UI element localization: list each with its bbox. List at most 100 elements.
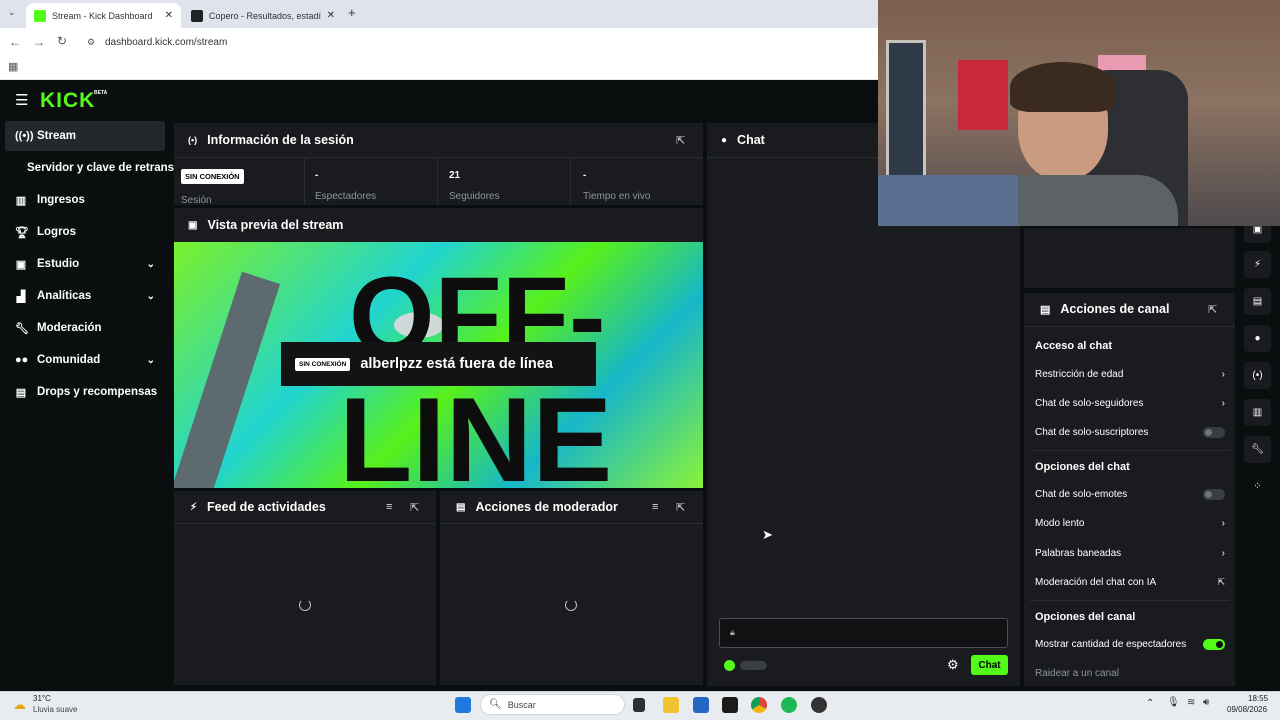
kick-favicon-icon [34, 9, 46, 22]
copero-favicon-icon [191, 9, 203, 22]
raid-channel-item[interactable]: Raidear a un canal [1035, 664, 1225, 682]
stat-divider [437, 158, 438, 205]
close-tab-icon[interactable]: ✕ [327, 10, 335, 21]
sidebar-item-stream[interactable]: ((•)) Stream [5, 121, 165, 151]
chrome-icon[interactable] [751, 697, 767, 713]
subscribers-only-toggle[interactable] [1203, 426, 1225, 438]
ai-moderation-item[interactable]: Moderación del chat con IA ⇱ [1035, 573, 1225, 591]
sidebar-item-logros[interactable]: 🏆︎ Logros [5, 217, 165, 247]
chevron-right-icon: › [1221, 368, 1225, 380]
tray-chevron-icon[interactable]: ⌃ [1146, 698, 1154, 709]
followers-only-item[interactable]: Chat de solo-seguidores › [1035, 394, 1225, 412]
channel-actions-header: ▤ Acciones de canal [1040, 302, 1169, 316]
settings-icon[interactable]: ⚙ [947, 657, 959, 673]
chevron-right-icon: › [1221, 397, 1225, 409]
clock-date[interactable]: 09/08/2026 [1227, 705, 1267, 714]
lock-icon: 🔒︎ [730, 627, 735, 637]
menu-icon[interactable]: ☰ [15, 91, 28, 109]
store-icon[interactable] [693, 697, 709, 713]
popout-icon[interactable]: ⇱ [1208, 303, 1217, 316]
taskbar-search[interactable]: 🔍︎ Buscar [480, 694, 625, 715]
sidebar-item-server-key[interactable]: Servidor y clave de retransm [5, 153, 175, 183]
subscribers-only-item: Chat de solo-suscriptores [1035, 423, 1225, 441]
site-info-icon[interactable]: ⚙ [87, 37, 95, 48]
rail-lightning-button[interactable]: ⚡︎ [1244, 251, 1271, 278]
reload-icon[interactable]: ↻ [57, 34, 67, 48]
slow-mode-item[interactable]: Modo lento › [1035, 514, 1225, 532]
pole-shape [174, 271, 281, 488]
chat-send-label: Chat [978, 659, 1001, 671]
filter-icon[interactable]: ≡ [652, 501, 658, 513]
status-pill [740, 661, 767, 670]
chevron-right-icon: › [1221, 547, 1225, 559]
chat-send-button[interactable]: Chat [971, 655, 1008, 675]
sidebar-item-analiticas[interactable]: ▟ Analíticas ⌄ [5, 281, 165, 311]
wifi-icon[interactable]: ≋ [1187, 697, 1195, 708]
sidebar-item-comunidad[interactable]: ●● Comunidad ⌄ [5, 345, 165, 375]
sidebar-item-label: Servidor y clave de retransm [27, 162, 175, 174]
rail-dots-button[interactable]: ⁘ [1244, 473, 1271, 500]
viewers-value: - [315, 170, 319, 181]
rail-document-button[interactable]: ▤ [1244, 288, 1271, 315]
kick-logo[interactable]: KICK [40, 89, 95, 113]
lightning-icon: ⚡︎ [1253, 259, 1262, 270]
loading-spinner-icon [299, 599, 311, 611]
divider [1030, 600, 1230, 601]
panel-title: Información de la sesión [207, 133, 354, 147]
chat-bubble-icon: ● [721, 134, 728, 146]
banned-words-item[interactable]: Palabras baneadas › [1035, 544, 1225, 562]
clock-time[interactable]: 18:55 [1248, 694, 1268, 703]
back-icon[interactable]: ← [9, 35, 21, 49]
external-link-icon: ⇱ [1217, 576, 1225, 587]
popout-icon[interactable]: ⇱ [676, 134, 685, 147]
volume-icon[interactable]: 🔊︎ [1203, 697, 1209, 708]
filter-icon[interactable]: ≡ [386, 501, 392, 513]
sidebar-item-moderacion[interactable]: 🔧︎ Moderación [5, 313, 165, 343]
sidebar-item-drops[interactable]: ▤ Drops y recompensas [5, 377, 165, 407]
popout-icon[interactable]: ⇱ [410, 501, 419, 514]
activity-feed-panel [174, 491, 436, 685]
apps-grid-icon[interactable]: ▦ [8, 60, 18, 73]
windows-start-icon[interactable] [455, 697, 471, 713]
browser-tab-copero[interactable]: Copero - Resultados, estadística ✕ [183, 3, 343, 28]
terminal-icon[interactable] [722, 697, 738, 713]
wrench-icon: 🔧︎ [15, 322, 29, 335]
sidebar-item-label: Stream [37, 130, 76, 142]
viewers-label: Espectadores [315, 191, 377, 202]
item-label: Modo lento [1035, 517, 1085, 529]
app-icon[interactable] [811, 697, 827, 713]
age-restriction-item[interactable]: Restricción de edad › [1035, 365, 1225, 383]
forward-icon[interactable]: → [33, 35, 45, 49]
section-heading: Opciones del chat [1035, 461, 1130, 473]
rail-wrench-button[interactable]: 🔧︎ [1244, 436, 1271, 463]
microphone-icon[interactable]: 🎙︎ [1167, 697, 1180, 708]
gift-icon: ▤ [15, 386, 27, 399]
rail-server-button[interactable]: ▥ [1244, 399, 1271, 426]
followers-value: 21 [449, 170, 461, 181]
item-label: Mostrar cantidad de espectadores [1035, 638, 1187, 650]
rail-chat-button[interactable]: ● [1244, 325, 1271, 352]
new-tab-icon[interactable]: + [348, 5, 356, 20]
spotify-icon[interactable] [781, 697, 797, 713]
popout-icon[interactable]: ⇱ [676, 501, 685, 514]
red-jersey [958, 60, 1008, 130]
sidebar-item-ingresos[interactable]: ▥ Ingresos [5, 185, 165, 215]
url-field[interactable]: dashboard.kick.com/stream [105, 37, 227, 48]
sidebar-item-estudio[interactable]: ▣ Estudio ⌄ [5, 249, 165, 279]
close-tab-icon[interactable]: ✕ [165, 10, 173, 21]
item-label: Restricción de edad [1035, 368, 1124, 380]
offline-message: alberlpzz está fuera de línea [360, 356, 553, 372]
task-view-icon[interactable] [633, 698, 645, 712]
divider [440, 523, 703, 524]
browser-tab-kick[interactable]: Stream - Kick Dashboard ✕ [26, 3, 181, 28]
emotes-only-toggle[interactable] [1203, 488, 1225, 500]
document-icon: ▤ [1252, 296, 1263, 307]
wall-frame [886, 40, 926, 190]
rail-broadcast-button[interactable]: (•) [1244, 362, 1271, 389]
chat-input[interactable]: 🔒︎ [719, 618, 1008, 648]
tab-list-icon[interactable]: ⌄ [8, 7, 16, 18]
chevron-down-icon: ⌄ [146, 258, 155, 270]
show-viewers-toggle[interactable] [1203, 638, 1225, 650]
file-explorer-icon[interactable] [663, 697, 679, 713]
chat-bubble-icon: ● [1254, 333, 1261, 344]
